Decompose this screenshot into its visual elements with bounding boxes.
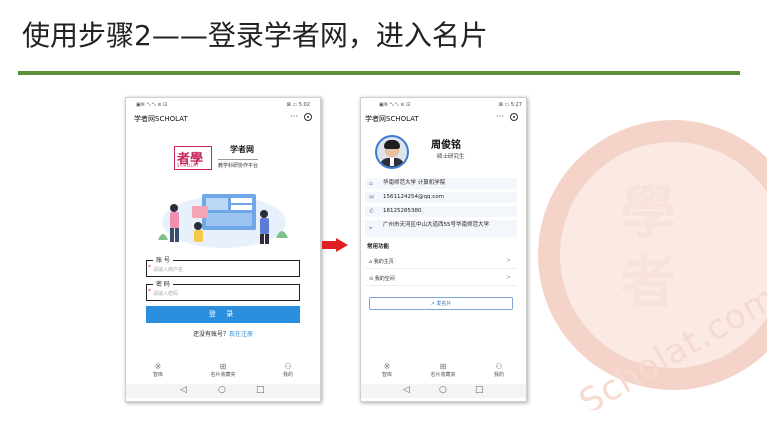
- nav-label: 名片收藏夹: [210, 372, 236, 378]
- phone-card-screen: ▣⑥ ᵃᵢₗ ᵃᵢₗ ≋ ⊡ ⊠ ▭ 5:27 学者网SCHOLAT ··· 周…: [360, 97, 527, 402]
- nav-item-card-favorites[interactable]: ⊞ 名片收藏夹: [423, 362, 463, 378]
- user-icon: ⚇: [284, 362, 292, 371]
- password-input[interactable]: [153, 289, 293, 298]
- status-bar: ▣⑥ ᵃᵢₗ ᵃᵢₗ ≋ ⊡ ⊠ ▭ 5:27: [361, 98, 526, 112]
- info-row-email: ✉ 1561124254@qq.com: [365, 192, 517, 203]
- func-label: 我的空间: [374, 276, 395, 282]
- status-bar: ▣⑥ ᵃᵢₗ ᵃᵢₗ ≋ ⊡ ⊠ ▭ 5:02: [126, 98, 320, 112]
- close-miniapp-icon[interactable]: [304, 113, 312, 121]
- nav-item-think-tank[interactable]: ※ 智库: [367, 362, 407, 378]
- account-required-mark: *: [148, 264, 151, 271]
- nav-label: 智库: [381, 372, 392, 378]
- phone-icon: ✆: [369, 208, 375, 215]
- bottom-nav: ※ 智库 ⊞ 名片收藏夹 ⚇ 我的: [126, 362, 320, 384]
- think-tank-icon: ※: [154, 362, 162, 371]
- password-required-mark: *: [148, 288, 151, 295]
- home-icon: ⌂: [369, 259, 373, 265]
- common-functions-title: 常用功能: [367, 244, 390, 250]
- login-button[interactable]: 登 录: [146, 306, 300, 323]
- scholar-name: 周俊铭: [431, 140, 461, 151]
- chevron-right-icon: >: [505, 257, 511, 264]
- status-left: ▣⑥ ᵃᵢₗ ᵃᵢₗ ≋ ⊡: [136, 102, 168, 108]
- func-my-homepage[interactable]: ⌂ 我的主页 >: [365, 254, 517, 269]
- slide-title: 使用步骤2——登录学者网，进入名片: [22, 19, 488, 52]
- func-my-space[interactable]: ⊙ 我的空间 >: [365, 271, 517, 286]
- recents-icon[interactable]: □: [475, 385, 484, 395]
- register-prompt-row: 还没有账号？现在注册: [126, 329, 320, 338]
- status-right: ⊠ ▭ 5:27: [498, 102, 522, 108]
- nav-label: 智库: [152, 372, 163, 378]
- collaboration-illustration: [158, 194, 288, 248]
- logo-name: 学者网: [230, 145, 254, 154]
- bottom-nav: ※ 智库 ⊞ 名片收藏夹 ⚇ 我的: [361, 362, 526, 384]
- back-icon[interactable]: ◁: [403, 385, 410, 395]
- watermark-char-zhe: 者: [620, 250, 676, 316]
- password-label: 密 码: [153, 279, 173, 288]
- system-nav-bar: ◁ ○ □: [126, 384, 320, 398]
- info-row-affiliation: ⌂ 华南师范大学 计算机学院: [365, 178, 517, 189]
- more-menu-icon[interactable]: ···: [290, 112, 298, 121]
- scholat-watermark: 學 者 Scholat.com: [528, 110, 767, 410]
- back-icon[interactable]: ◁: [180, 385, 187, 395]
- user-icon: ⚇: [495, 362, 503, 371]
- register-link[interactable]: 现在注册: [229, 331, 253, 338]
- logo-subtext: SCHOLAT: [177, 163, 200, 168]
- nav-label: 我的: [282, 372, 293, 378]
- account-input[interactable]: [153, 265, 293, 274]
- red-arrow-icon: [322, 238, 348, 252]
- affiliation-text: 华南师范大学 计算机学院: [383, 180, 446, 186]
- recents-icon[interactable]: □: [256, 385, 265, 395]
- slide: 使用步骤2——登录学者网，进入名片 學 者 Scholat.com ▣⑥ ᵃᵢₗ…: [0, 0, 767, 433]
- info-row-address: ⌖ 广州市天河区中山大道西55号华南师范大学: [365, 220, 517, 237]
- avatar[interactable]: [375, 135, 409, 169]
- nav-item-think-tank[interactable]: ※ 智库: [138, 362, 178, 378]
- password-field[interactable]: 密 码 *: [146, 279, 300, 301]
- func-label: 我的主页: [373, 259, 394, 265]
- location-icon: ⌖: [369, 225, 373, 232]
- app-title: 学者网SCHOLAT: [134, 115, 188, 123]
- send-card-button[interactable]: ↗ 发名片: [369, 297, 513, 310]
- nav-item-card-favorites[interactable]: ⊞ 名片收藏夹: [203, 362, 243, 378]
- space-icon: ⊙: [369, 276, 374, 282]
- nav-label: 我的: [493, 372, 504, 378]
- home-icon[interactable]: ○: [218, 385, 226, 395]
- app-bar: 学者网SCHOLAT ···: [361, 112, 526, 128]
- account-field[interactable]: 账 号 *: [146, 255, 300, 277]
- system-nav-bar: ◁ ○ □: [361, 384, 526, 398]
- app-title: 学者网SCHOLAT: [365, 115, 419, 123]
- info-row-phone: ✆ 18125285380: [365, 206, 517, 217]
- grid-icon: ⊞: [219, 362, 227, 371]
- status-right: ⊠ ▭ 5:02: [286, 102, 310, 108]
- grid-icon: ⊞: [439, 362, 447, 371]
- home-icon: ⌂: [369, 180, 373, 187]
- nav-item-mine[interactable]: ⚇ 我的: [479, 362, 519, 378]
- chevron-right-icon: >: [505, 274, 511, 281]
- status-left: ▣⑥ ᵃᵢₗ ᵃᵢₗ ≋ ⊡: [379, 102, 411, 108]
- scholat-logo: 者學 SCHOLAT: [174, 146, 212, 170]
- account-label: 账 号: [153, 255, 173, 264]
- title-divider: [18, 71, 740, 75]
- nav-item-mine[interactable]: ⚇ 我的: [268, 362, 308, 378]
- think-tank-icon: ※: [383, 362, 391, 371]
- register-prompt: 还没有账号？: [192, 331, 229, 338]
- profile-card: 周俊铭 硕士研究生: [365, 132, 517, 178]
- more-menu-icon[interactable]: ···: [496, 112, 504, 121]
- app-bar: 学者网SCHOLAT ···: [126, 112, 320, 128]
- close-miniapp-icon[interactable]: [510, 113, 518, 121]
- scholar-degree: 硕士研究生: [437, 154, 465, 160]
- nav-label: 名片收藏夹: [430, 372, 456, 378]
- phone-login-screen: ▣⑥ ᵃᵢₗ ᵃᵢₗ ≋ ⊡ ⊠ ▭ 5:02 学者网SCHOLAT ··· 者…: [125, 97, 321, 402]
- logo-slogan: 教学科研协作平台: [218, 159, 259, 169]
- email-text: 1561124254@qq.com: [383, 194, 444, 200]
- phone-text: 18125285380: [383, 208, 422, 214]
- home-icon[interactable]: ○: [439, 385, 447, 395]
- watermark-char-xue: 學: [620, 180, 676, 246]
- mail-icon: ✉: [369, 194, 375, 201]
- address-text: 广州市天河区中山大道西55号华南师范大学: [383, 222, 489, 228]
